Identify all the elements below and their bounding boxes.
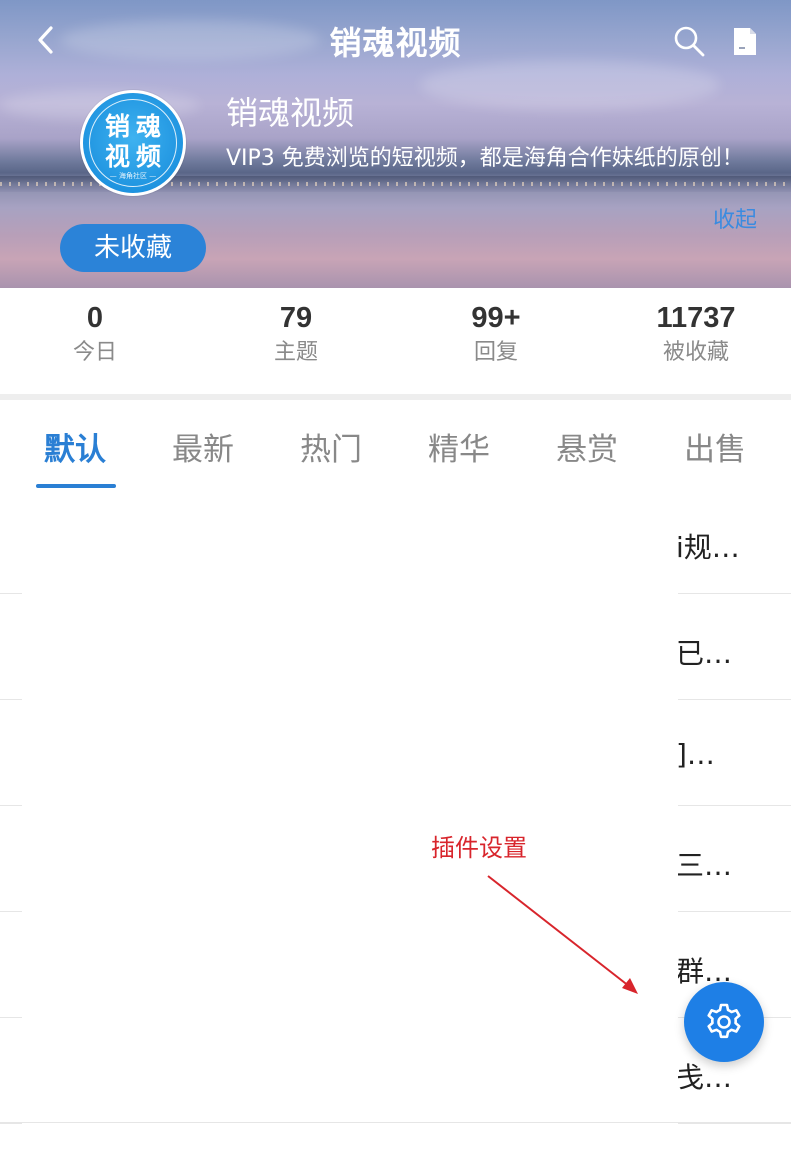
note-icon (734, 28, 756, 55)
plugin-overlay-panel (22, 490, 678, 1150)
stat-topics: 79 主题 (196, 300, 396, 370)
stat-value: 79 (279, 302, 313, 334)
plugin-settings-annotation: 插件设置 (431, 834, 527, 862)
stat-label: 回复 (473, 340, 518, 365)
tab-latest[interactable]: 最新 (172, 424, 234, 469)
tab-sale[interactable]: 出售 (684, 424, 746, 469)
stat-value: 11737 (656, 302, 736, 334)
gear-icon (707, 1003, 741, 1039)
forum-stats: 0 今日 79 主题 99+ 回复 11737 被收藏 (0, 288, 791, 394)
thread-title: i规… (676, 531, 740, 564)
stat-label: 今日 (72, 340, 117, 365)
annotation-arrow (487, 875, 638, 994)
forum-logo: 销魂 视频 — 海角社区 — (80, 90, 186, 196)
stat-today: 0 今日 (0, 300, 195, 370)
forum-name: 销魂视频 (226, 94, 355, 132)
stat-label: 主题 (273, 340, 318, 365)
tab-hot[interactable]: 热门 (300, 424, 362, 469)
chevron-left-icon (38, 26, 53, 54)
stat-favorited: 11737 被收藏 (596, 300, 791, 370)
sort-tabs: 默认 最新 热门 精华 悬赏 出售 (0, 400, 791, 490)
tab-bounty[interactable]: 悬赏 (556, 424, 618, 469)
forum-header-banner: 销魂视频 销魂 视频 — 海角社区 — 销魂视频 VIP3 免费浏览的短视频，都… (0, 0, 791, 288)
logo-text-line3: — 海角社区 — (109, 172, 157, 180)
logo-text-line2: 视频 (104, 142, 167, 171)
forum-description: VIP3 免费浏览的短视频，都是海角合作妹纸的原创！ (226, 146, 744, 171)
search-icon (674, 26, 705, 57)
stat-value: 99+ (471, 302, 521, 334)
tab-default[interactable]: 默认 (44, 424, 106, 469)
thread-title: 已… (676, 637, 733, 670)
stat-label: 被收藏 (662, 340, 729, 365)
post-button[interactable] (731, 24, 759, 58)
list-bottom-divider (0, 1122, 791, 1123)
thread-title: 戋… (676, 1061, 733, 1094)
search-button[interactable] (672, 24, 706, 58)
stat-value: 0 (86, 302, 104, 334)
banner-cloud (60, 20, 320, 60)
stat-replies: 99+ 回复 (396, 300, 596, 370)
favorite-button[interactable]: 未收藏 (60, 224, 206, 272)
back-button[interactable] (32, 22, 62, 58)
banner-cloud (420, 60, 720, 110)
tab-digest[interactable]: 精华 (428, 424, 490, 469)
thread-title: 三… (676, 849, 733, 882)
plugin-settings-button[interactable] (684, 982, 764, 1062)
collapse-link[interactable]: 收起 (713, 202, 757, 234)
thread-title: ]… (676, 738, 715, 771)
